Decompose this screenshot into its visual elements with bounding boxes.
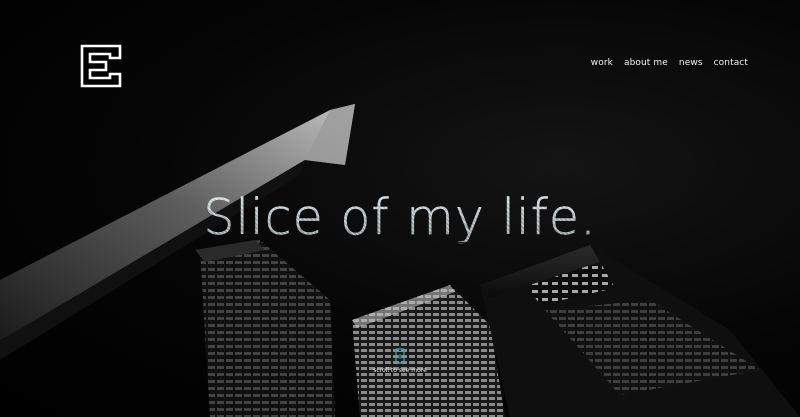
nav-link-news[interactable]: news [679,58,703,68]
nav-link-contact[interactable]: contact [714,58,748,68]
main-nav: work about me news contact [591,58,748,68]
nav-link-work[interactable]: work [591,58,613,68]
phone-scroll-icon [395,348,405,364]
scroll-hint-label: scroll to see more [373,367,427,374]
scroll-to-see-more[interactable]: scroll to see more [0,348,800,374]
hero-section: work about me news contact Slice of my l… [0,0,800,417]
hero-headline: Slice of my life. [0,193,800,242]
site-logo-icon[interactable] [80,44,122,88]
nav-link-about-me[interactable]: about me [624,58,668,68]
